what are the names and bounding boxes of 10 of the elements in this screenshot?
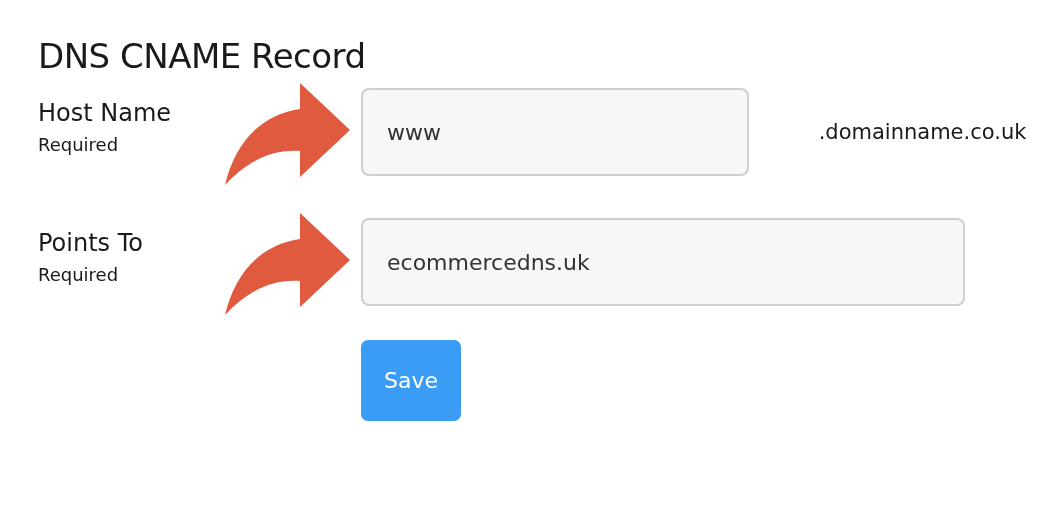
curved-arrow-icon (225, 83, 350, 185)
domain-suffix: .domainname.co.uk (818, 119, 1028, 146)
text-input[interactable]: www (361, 88, 749, 176)
curved-arrow-icon (225, 213, 350, 315)
form-title: DNS CNAME Record (38, 36, 367, 76)
required-hint: Required (38, 133, 120, 157)
text-input[interactable]: ecommercedns.uk (361, 218, 965, 306)
required-hint: Required (38, 263, 120, 287)
field-label: Host Name (38, 98, 173, 128)
field-label: Points To (38, 228, 144, 258)
